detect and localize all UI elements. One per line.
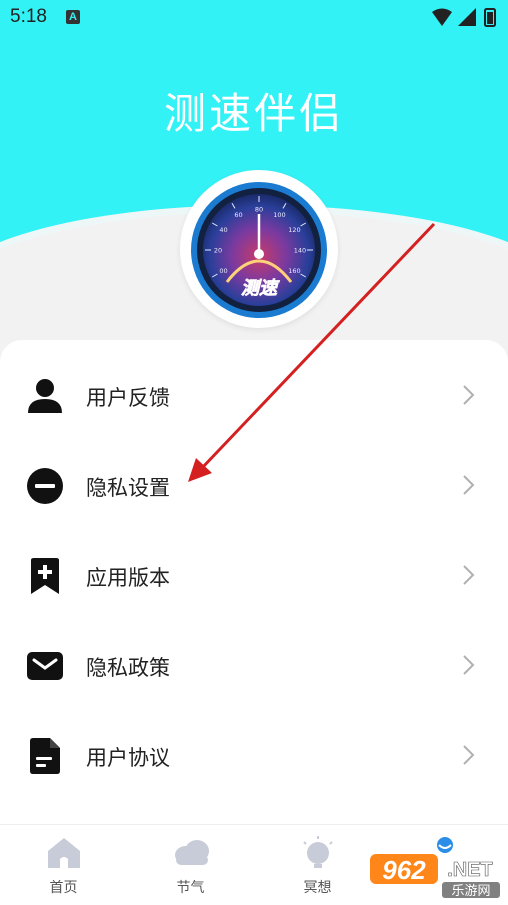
status-icons bbox=[432, 8, 496, 27]
person-icon bbox=[28, 379, 62, 413]
settings-card: 用户反馈 隐私设置 应用版本 隐私政策 用户协议 bbox=[0, 340, 508, 824]
signal-icon bbox=[458, 8, 476, 26]
logo-label: 测速 bbox=[241, 278, 280, 299]
menu-item-label: 用户反馈 bbox=[86, 386, 170, 410]
menu-item-label: 隐私设置 bbox=[86, 476, 170, 500]
menu-item-label: 用户协议 bbox=[86, 746, 170, 770]
tab-home[interactable]: 首页 bbox=[0, 825, 127, 905]
tab-meditation[interactable]: 冥想 bbox=[254, 825, 381, 905]
chevron-right-icon bbox=[463, 655, 475, 675]
minus-circle-icon bbox=[27, 468, 63, 504]
chevron-right-icon bbox=[463, 565, 475, 585]
chevron-right-icon bbox=[463, 475, 475, 495]
watermark-sub: 乐游网 bbox=[451, 884, 490, 899]
speedometer-logo: 00 20 40 60 80 100120 140 160 测速 bbox=[191, 182, 327, 318]
gauge-tick-label: 60 bbox=[234, 211, 242, 219]
chevron-right-icon bbox=[463, 745, 475, 765]
document-icon bbox=[30, 738, 60, 774]
gauge-tick-label: 00 bbox=[219, 267, 227, 275]
chevron-right-icon bbox=[463, 385, 475, 405]
gauge-tick-label: 40 bbox=[219, 226, 227, 234]
tab-label: 首页 bbox=[49, 880, 78, 896]
gauge-tick-label: 20 bbox=[214, 247, 222, 255]
home-icon bbox=[48, 838, 80, 868]
menu-item-privacy-policy[interactable]: 隐私政策 bbox=[0, 620, 508, 710]
gauge-tick-label: 80 bbox=[255, 206, 263, 214]
bookmark-plus-icon bbox=[31, 558, 59, 594]
watermark-number: 962 bbox=[382, 855, 426, 885]
watermark-suffix: .NET bbox=[447, 859, 493, 881]
gauge-tick-label: 100 bbox=[273, 211, 285, 219]
tab-label: 节气 bbox=[176, 880, 205, 896]
menu-item-feedback[interactable]: 用户反馈 bbox=[0, 350, 508, 440]
gauge-tick-label: 120 bbox=[288, 226, 300, 234]
menu-item-app-version[interactable]: 应用版本 bbox=[0, 530, 508, 620]
bulb-icon bbox=[303, 836, 333, 868]
status-time: 5:18 bbox=[10, 6, 47, 27]
tab-solar-terms[interactable]: 节气 bbox=[127, 825, 254, 905]
menu-item-label: 应用版本 bbox=[86, 566, 170, 590]
menu-item-user-agreement[interactable]: 用户协议 bbox=[0, 710, 508, 800]
gauge-tick-label: 140 bbox=[294, 247, 306, 255]
wifi-icon bbox=[432, 8, 452, 26]
menu-item-privacy-settings[interactable]: 隐私设置 bbox=[0, 440, 508, 530]
menu-item-label: 隐私政策 bbox=[86, 656, 170, 680]
tab-label: 冥想 bbox=[303, 880, 332, 896]
site-watermark: 962 .NET 乐游网 bbox=[370, 854, 500, 899]
status-bar: 5:18 A bbox=[0, 0, 508, 34]
gauge-tick-label: 160 bbox=[288, 267, 300, 275]
envelope-icon bbox=[27, 652, 63, 680]
notification-icon: A bbox=[66, 10, 80, 24]
cloud-icon bbox=[175, 840, 209, 865]
app-title: 测速伴侣 bbox=[163, 89, 344, 138]
